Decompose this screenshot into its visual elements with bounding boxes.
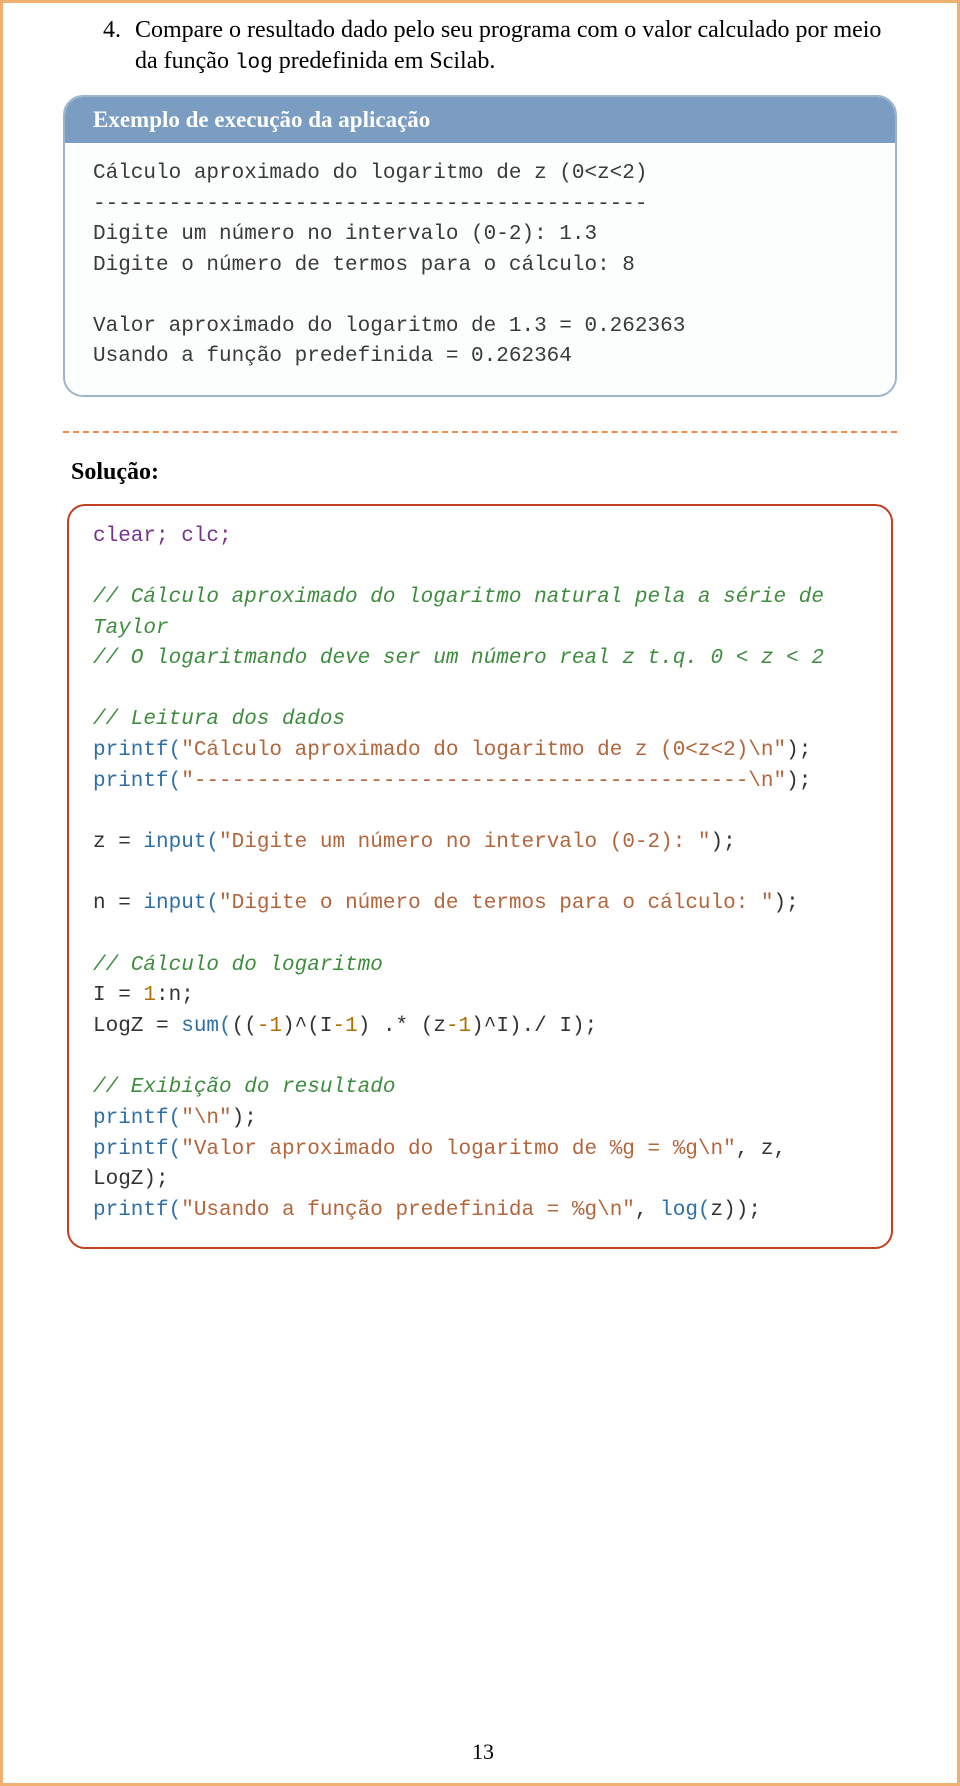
code-string: "Usando a função predefinida = %g\n" bbox=[181, 1199, 635, 1222]
code-text: ); bbox=[786, 770, 811, 793]
code-number: -1 bbox=[257, 1015, 282, 1038]
code-keyword: clear; clc; bbox=[93, 525, 232, 548]
code-text: ) .* (z bbox=[358, 1015, 446, 1038]
code-text: LogZ = bbox=[93, 1015, 181, 1038]
code-text: I = bbox=[93, 984, 143, 1007]
code-text: ); bbox=[232, 1107, 257, 1130]
item-text: Compare o resultado dado pelo seu progra… bbox=[135, 15, 897, 77]
example-execution-body: Cálculo aproximado do logaritmo de z (0<… bbox=[65, 143, 895, 394]
code-text: , bbox=[635, 1199, 660, 1222]
solution-label: Solução: bbox=[71, 459, 897, 486]
inline-code-log: log bbox=[235, 52, 273, 75]
example-execution-header: Exemplo de execução da aplicação bbox=[65, 97, 895, 143]
code-text: ); bbox=[711, 831, 736, 854]
code-func: sum( bbox=[181, 1015, 231, 1038]
code-string: "---------------------------------------… bbox=[181, 770, 786, 793]
code-comment: // Leitura dos dados bbox=[93, 708, 345, 731]
code-string: "Valor aproximado do logaritmo de %g = %… bbox=[181, 1138, 736, 1161]
dashed-separator bbox=[63, 431, 897, 433]
code-comment: // Cálculo aproximado do logaritmo natur… bbox=[93, 586, 837, 640]
solution-code: clear; clc; // Cálculo aproximado do log… bbox=[93, 522, 867, 1227]
code-text: z = bbox=[93, 831, 143, 854]
code-text: )^(I bbox=[282, 1015, 332, 1038]
page: 4. Compare o resultado dado pelo seu pro… bbox=[0, 0, 960, 1786]
code-text: z)); bbox=[711, 1199, 761, 1222]
numbered-item: 4. Compare o resultado dado pelo seu pro… bbox=[63, 15, 897, 77]
code-number: -1 bbox=[446, 1015, 471, 1038]
code-string: "Digite um número no intervalo (0-2): " bbox=[219, 831, 710, 854]
code-func: input( bbox=[143, 892, 219, 915]
code-text: ); bbox=[774, 892, 799, 915]
code-number: 1 bbox=[143, 984, 156, 1007]
code-func: printf( bbox=[93, 1138, 181, 1161]
code-text: )^I)./ I); bbox=[471, 1015, 597, 1038]
code-func: input( bbox=[143, 831, 219, 854]
code-func: printf( bbox=[93, 1199, 181, 1222]
code-text: ); bbox=[786, 739, 811, 762]
code-comment: // Cálculo do logaritmo bbox=[93, 954, 383, 977]
code-func: printf( bbox=[93, 770, 181, 793]
page-number: 13 bbox=[3, 1739, 960, 1765]
code-string: "Cálculo aproximado do logaritmo de z (0… bbox=[181, 739, 786, 762]
example-execution-box: Exemplo de execução da aplicação Cálculo… bbox=[63, 95, 897, 396]
code-text: n = bbox=[93, 892, 143, 915]
code-string: "\n" bbox=[181, 1107, 231, 1130]
code-func: printf( bbox=[93, 1107, 181, 1130]
item-number: 4. bbox=[103, 15, 121, 77]
code-number: -1 bbox=[333, 1015, 358, 1038]
code-func: printf( bbox=[93, 739, 181, 762]
code-func: log( bbox=[660, 1199, 710, 1222]
code-text: (( bbox=[232, 1015, 257, 1038]
item-text-after: predefinida em Scilab. bbox=[273, 48, 496, 74]
code-comment: // O logaritmando deve ser um número rea… bbox=[93, 647, 824, 670]
code-text: :n; bbox=[156, 984, 194, 1007]
code-comment: // Exibição do resultado bbox=[93, 1076, 395, 1099]
code-string: "Digite o número de termos para o cálcul… bbox=[219, 892, 774, 915]
solution-code-box: clear; clc; // Cálculo aproximado do log… bbox=[67, 504, 893, 1249]
